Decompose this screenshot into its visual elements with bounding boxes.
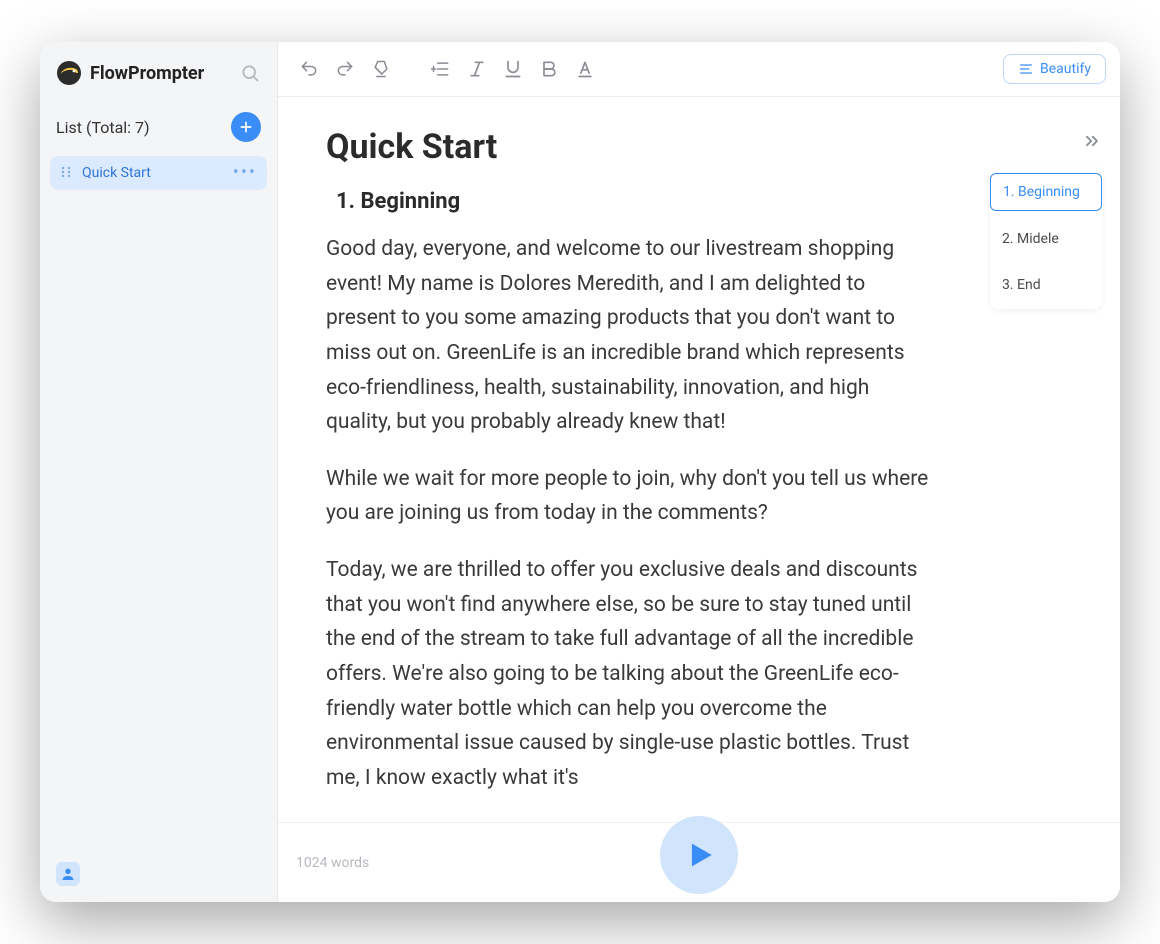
clear-format-button[interactable] [364,52,398,86]
beautify-label: Beautify [1040,61,1091,77]
underline-button[interactable] [496,52,530,86]
user-account-button[interactable] [56,862,80,886]
outline-item[interactable]: 3. End [990,267,1102,303]
bold-button[interactable] [532,52,566,86]
text-color-button[interactable] [568,52,602,86]
add-document-button[interactable] [231,112,261,142]
section-heading: 1. Beginning [326,189,932,214]
main-area: Beautify Quick Start 1. Beginning Good d… [278,42,1120,902]
sidebar-header: FlowPrompter [40,42,277,100]
app-logo-icon [56,60,82,86]
outline-item[interactable]: 1. Beginning [990,173,1102,211]
drag-handle-icon[interactable] [60,166,74,180]
search-button[interactable] [239,62,261,84]
paragraph: Today, we are thrilled to offer you excl… [326,553,932,795]
redo-button[interactable] [328,52,362,86]
list-item-label: Quick Start [82,165,225,181]
list-title: List (Total: 7) [56,118,150,137]
paragraph: While we wait for more people to join, w… [326,462,932,531]
insert-section-button[interactable] [424,52,458,86]
beautify-button[interactable]: Beautify [1003,54,1106,84]
app-window: FlowPrompter List (Total: 7) [40,42,1120,902]
sidebar-footer [40,846,277,902]
italic-button[interactable] [460,52,494,86]
collapse-outline-button[interactable] [1082,131,1102,155]
editor[interactable]: Quick Start 1. Beginning Good day, every… [278,97,980,902]
word-count: 1024 words [296,855,369,871]
play-button[interactable] [660,816,738,894]
toolbar: Beautify [278,42,1120,97]
list-item[interactable]: Quick Start ••• [50,156,267,190]
bottom-bar: 1024 words [278,822,1120,902]
document-title: Quick Start [326,127,932,167]
list-item-more-button[interactable]: ••• [233,164,257,182]
list-header: List (Total: 7) [40,100,277,152]
brand-name: FlowPrompter [90,63,231,84]
undo-button[interactable] [292,52,326,86]
paragraph: Good day, everyone, and welcome to our l… [326,232,932,440]
outline-panel: 1. Beginning 2. Midele 3. End [980,97,1120,902]
outline-list: 1. Beginning 2. Midele 3. End [990,167,1102,309]
document-list: Quick Start ••• [40,152,277,194]
content-wrapper: Quick Start 1. Beginning Good day, every… [278,97,1120,902]
outline-item[interactable]: 2. Midele [990,221,1102,257]
sidebar: FlowPrompter List (Total: 7) [40,42,278,902]
